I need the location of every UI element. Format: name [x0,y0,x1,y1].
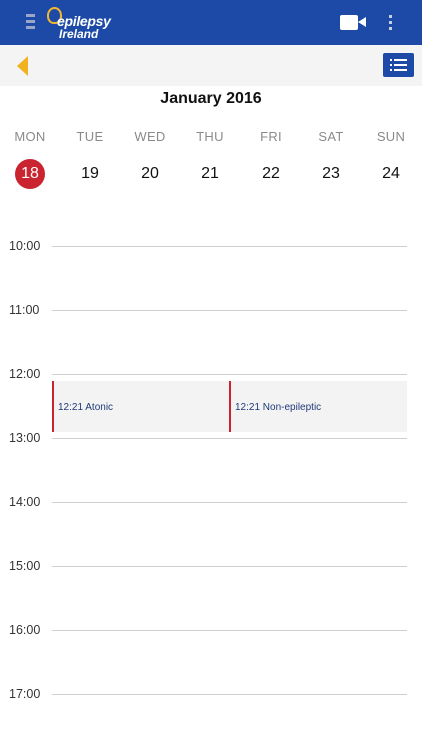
hour-label-11: 11:00 [9,303,40,317]
hour-gridline [52,630,407,631]
date-number: 18 [15,159,45,189]
hour-gridline [52,694,407,695]
hour-gridline [52,502,407,503]
hour-label-13: 13:00 [9,431,41,445]
date-row: 18 19 20 21 22 23 24 [0,158,422,190]
weekday-fri: FRI [260,129,282,144]
date-cell-today[interactable]: 18 [0,158,60,190]
hour-label-16: 16:00 [9,623,41,637]
date-cell[interactable]: 21 [180,158,240,190]
month-title: January 2016 [160,90,262,107]
hour-gridline [52,246,407,247]
list-view-button[interactable] [383,53,414,77]
weekday-thu: THU [196,129,224,144]
weekday-tue: TUE [76,129,104,144]
app-bar: epilepsy Ireland [0,0,422,45]
back-arrow-icon[interactable] [17,56,28,76]
date-cell[interactable]: 20 [120,158,180,190]
event-atonic[interactable]: 12:21 Atonic [52,381,229,432]
day-timeline[interactable]: 10:00 11:00 12:00 13:00 14:00 15:00 16:0… [0,220,422,750]
menu-icon[interactable] [26,14,35,30]
hour-gridline [52,438,407,439]
date-cell[interactable]: 24 [361,158,421,190]
event-non-epileptic[interactable]: 12:21 Non-epileptic [229,381,407,432]
hour-label-14: 14:00 [9,495,41,509]
weekday-sat: SAT [318,129,344,144]
hour-label-12: 12:00 [9,367,41,381]
hour-gridline [52,310,407,311]
hour-label-10: 10:00 [9,239,41,253]
date-cell[interactable]: 19 [60,158,120,190]
logo-line-2: Ireland [59,27,99,41]
date-cell[interactable]: 23 [301,158,361,190]
calendar-toolbar [0,45,422,86]
event-label: 12:21 Atonic [58,402,114,413]
weekday-sun: SUN [376,129,406,144]
date-cell[interactable]: 22 [241,158,301,190]
app-logo: epilepsy Ireland [47,5,111,41]
weekday-wed: WED [134,129,166,144]
event-label: 12:21 Non-epileptic [235,402,322,413]
more-vertical-icon[interactable] [387,15,393,31]
hour-label-17: 17:00 [9,687,41,701]
weekday-mon: MON [14,129,46,144]
hour-label-15: 15:00 [9,559,41,573]
hour-gridline [52,566,407,567]
hour-gridline [52,374,407,375]
weekday-header-row: MON TUE WED THU FRI SAT SUN [0,129,422,145]
video-camera-icon[interactable] [340,15,366,30]
